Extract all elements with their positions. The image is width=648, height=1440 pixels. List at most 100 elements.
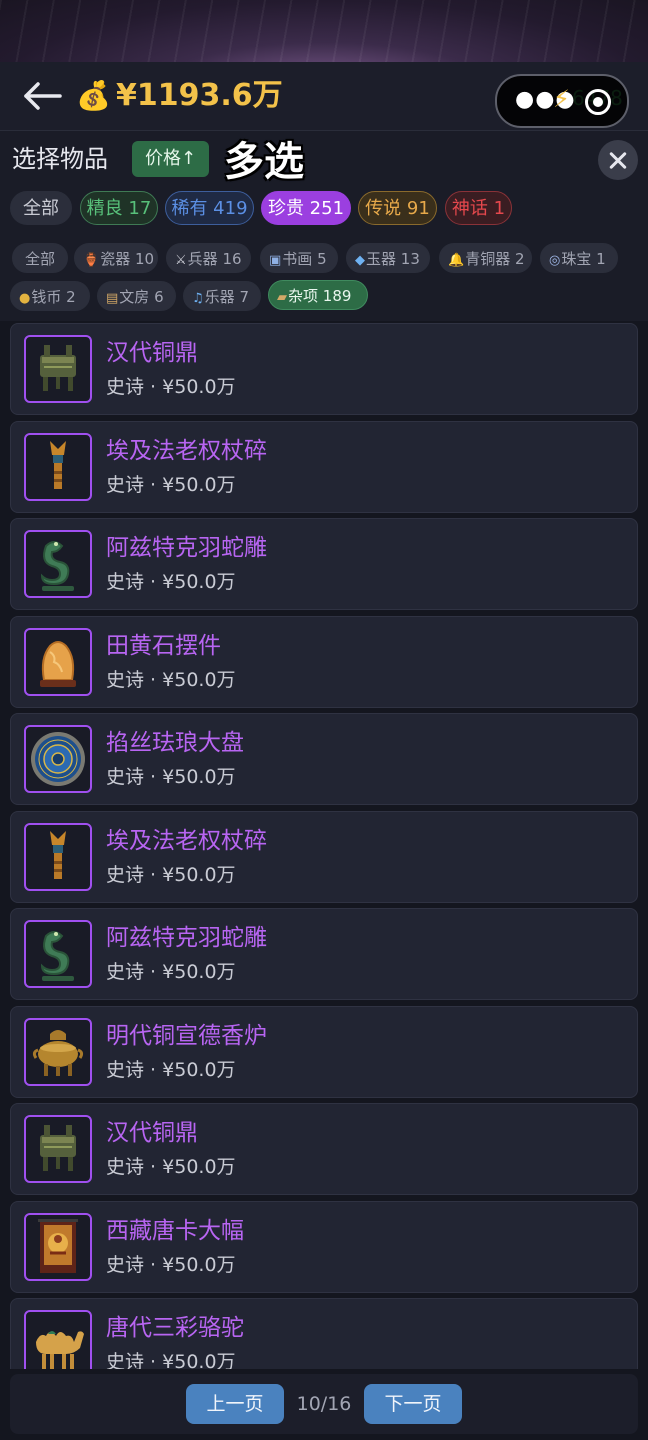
item-card[interactable]: 埃及法老权杖碎 史诗 · ¥50.0万 [10, 810, 638, 903]
item-thumbnail [24, 1212, 92, 1281]
category-tab-label: 玉器 [366, 250, 397, 268]
category-tab-label: 珠宝 [561, 250, 592, 268]
item-card[interactable]: 汉代铜鼎 史诗 · ¥50.0万 [10, 323, 638, 415]
category-tab-7[interactable]: ●钱币 2 [10, 281, 90, 311]
rarity-tab-label: 珍贵 [267, 198, 304, 219]
item-price: ¥50.0万 [162, 668, 236, 691]
category-tab-3[interactable]: ▣书画 5 [260, 243, 338, 273]
item-meta: 史诗 · ¥50.0万 [106, 472, 236, 498]
item-thumbnail [24, 725, 92, 793]
item-price: ¥50.0万 [162, 766, 236, 788]
category-tab-label: 书画 [282, 250, 313, 268]
money-balance: ¥1193.6万 [116, 78, 283, 113]
coin-icon: ● [19, 291, 31, 306]
category-tab-8[interactable]: ▤文房 6 [97, 281, 176, 311]
item-meta: 史诗 · ¥50.0万 [106, 1154, 236, 1180]
item-card[interactable]: 田黄石摆件 史诗 · ¥50.0万 [10, 615, 638, 708]
item-name: 西藏唐卡大幅 [106, 1217, 244, 1244]
category-tab-count: 16 [217, 250, 242, 268]
money-bag-icon: 💰 [76, 79, 111, 112]
separator-dot: · [144, 766, 163, 788]
rarity-tab-4[interactable]: 传说 91 [358, 191, 437, 225]
rarity-tab-1[interactable]: 精良 17 [80, 191, 158, 225]
category-tab-count: 13 [396, 250, 420, 268]
item-rarity: 史诗 [106, 1253, 145, 1276]
separator-dot: · [144, 473, 163, 496]
item-thumbnail [24, 1115, 92, 1183]
item-name: 阿兹特克羽蛇雕 [106, 925, 267, 951]
item-name: 埃及法老权杖碎 [106, 437, 267, 464]
category-tab-label: 瓷器 [100, 250, 131, 268]
item-card[interactable]: 掐丝珐琅大盘 史诗 · ¥50.0万 [10, 713, 638, 805]
rarity-tab-label: 传说 [365, 198, 402, 219]
prev-page-button[interactable]: 上一页 [186, 1384, 284, 1424]
category-tab-1[interactable]: 🏺瓷器 10 [74, 243, 158, 273]
scroll-icon: ▤ [106, 291, 119, 306]
separator-dot: · [144, 571, 163, 593]
item-name: 埃及法老权杖碎 [106, 827, 267, 854]
item-card[interactable]: 阿兹特克羽蛇雕 史诗 · ¥50.0万 [10, 518, 638, 610]
item-meta: 史诗 · ¥50.0万 [106, 959, 236, 985]
category-tab-label: 钱币 [31, 288, 62, 306]
category-tab-count: 5 [312, 250, 327, 268]
close-icon[interactable] [598, 140, 638, 180]
category-tab-4[interactable]: ◆玉器 13 [346, 243, 430, 273]
category-tab-count: 7 [234, 288, 249, 306]
item-meta: 史诗 · ¥50.0万 [106, 862, 236, 888]
item-rarity: 史诗 [106, 1058, 145, 1081]
item-price: ¥50.0万 [162, 1253, 236, 1276]
item-rarity: 史诗 [106, 863, 145, 886]
porcelain-icon: 🏺 [83, 253, 100, 268]
item-meta: 史诗 · ¥50.0万 [106, 764, 236, 790]
rarity-tab-0[interactable]: 全部 [10, 191, 72, 225]
item-thumbnail [24, 920, 92, 988]
item-thumbnail [24, 1310, 92, 1369]
item-card[interactable]: 汉代铜鼎 史诗 · ¥50.0万 [10, 1103, 638, 1195]
separator-dot: · [144, 668, 163, 691]
category-tab-count: 10 [130, 250, 155, 268]
item-price: ¥50.0万 [162, 1058, 236, 1081]
item-rarity: 史诗 [106, 766, 145, 788]
category-tab-5[interactable]: 🔔青铜器 2 [439, 243, 532, 273]
separator-dot: · [144, 961, 163, 983]
item-rarity: 史诗 [106, 1156, 145, 1178]
category-tab-label: 青铜器 [465, 250, 511, 268]
rarity-tab-count: 1 [487, 198, 506, 219]
close-miniapp-icon[interactable] [585, 89, 611, 115]
category-tab-label: 杂项 [288, 287, 319, 305]
separator-dot: · [144, 1351, 163, 1369]
item-price: ¥50.0万 [162, 1156, 236, 1178]
item-card[interactable]: 阿兹特克羽蛇雕 史诗 · ¥50.0万 [10, 908, 638, 1000]
item-thumbnail [24, 335, 92, 403]
item-rarity: 史诗 [106, 961, 145, 983]
item-card[interactable]: 埃及法老权杖碎 史诗 · ¥50.0万 [10, 420, 638, 513]
category-tab-9[interactable]: ♫乐器 7 [183, 281, 261, 311]
category-tab-0[interactable]: 全部 [12, 243, 68, 273]
item-card[interactable]: 明代铜宣德香炉 史诗 · ¥50.0万 [10, 1005, 638, 1098]
category-tab-count: 189 [318, 287, 352, 305]
category-tab-10[interactable]: ▰杂项 189 [268, 280, 368, 310]
rarity-tab-count: 251 [303, 198, 345, 219]
jade-icon: ◆ [355, 253, 365, 268]
category-tab-2[interactable]: ⚔兵器 16 [166, 243, 251, 273]
sort-price-button[interactable]: 价格↑ [132, 141, 209, 177]
separator-dot: · [144, 1156, 163, 1178]
item-card[interactable]: 唐代三彩骆驼 史诗 · ¥50.0万 [10, 1298, 638, 1369]
item-name: 掐丝珐琅大盘 [106, 730, 244, 756]
item-name: 阿兹特克羽蛇雕 [106, 535, 267, 561]
item-rarity: 史诗 [106, 668, 145, 691]
rarity-tab-5[interactable]: 神话 1 [445, 191, 512, 225]
item-price: ¥50.0万 [162, 1351, 236, 1369]
item-rarity: 史诗 [106, 571, 145, 593]
rarity-tab-3[interactable]: 珍贵 251 [261, 191, 351, 225]
item-meta: 史诗 · ¥50.0万 [106, 1252, 236, 1278]
multi-select-toggle[interactable]: 多选 [224, 135, 304, 189]
category-tab-6[interactable]: ◎珠宝 1 [540, 243, 618, 273]
next-page-button[interactable]: 下一页 [364, 1384, 462, 1424]
rarity-tab-2[interactable]: 稀有 419 [165, 191, 254, 225]
item-meta: 史诗 · ¥50.0万 [106, 1349, 236, 1369]
selection-panel-header: 选择物品 价格↑ 多选 全部 精良 17 稀有 419 珍贵 251 传说 91 神话 1… [0, 131, 648, 321]
item-card[interactable]: 西藏唐卡大幅 史诗 · ¥50.0万 [10, 1200, 638, 1293]
back-arrow-icon[interactable] [22, 80, 62, 112]
category-tab-label: 文房 [119, 288, 150, 306]
